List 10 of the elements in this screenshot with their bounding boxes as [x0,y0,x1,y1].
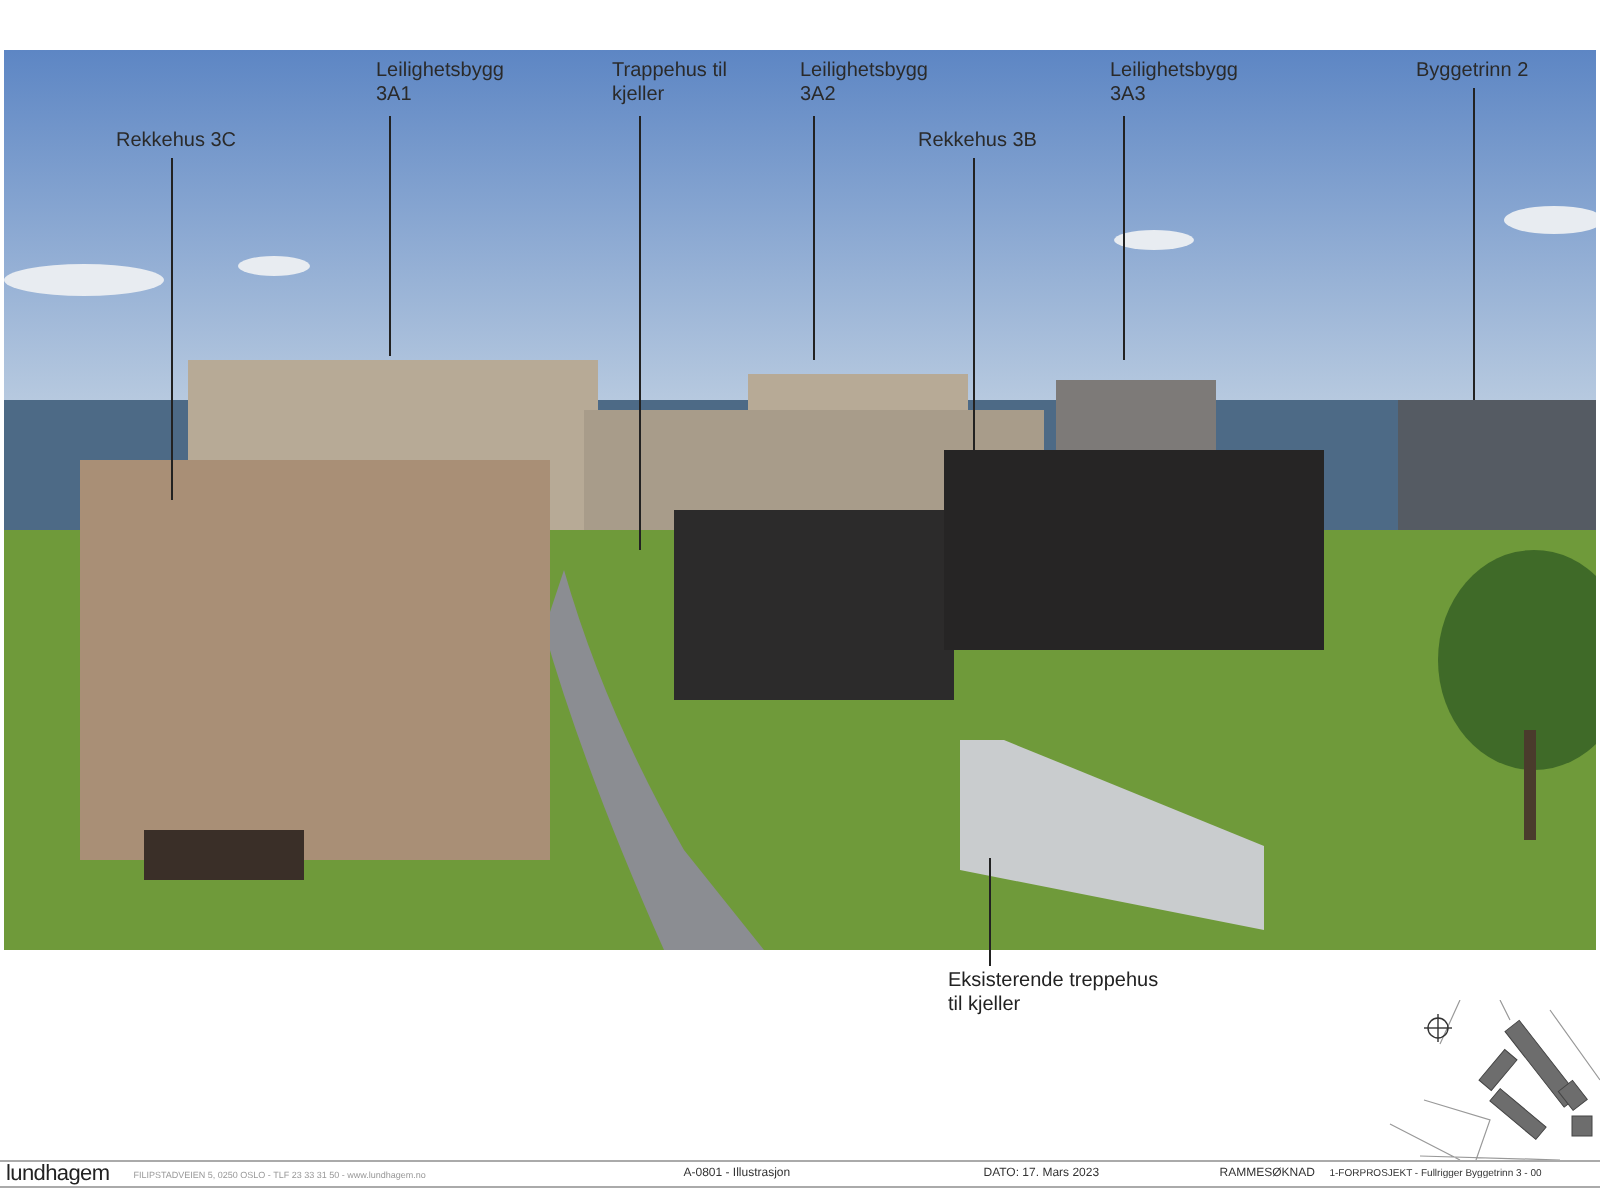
company-logo: lundhagem [6,1162,110,1186]
building-label: Trappehus til kjeller [612,60,729,108]
building-label: Leilighetsbygg 3A1 [376,60,506,108]
building-label: Leilighetsbygg 3A3 [1110,60,1240,108]
callout-label: Eksisterende treppehus til kjeller [948,970,1161,1018]
building-label: Rekkehus 3C [116,130,239,154]
building-label: Rekkehus 3B [918,130,1039,154]
leader-line [989,858,991,966]
building-label: Leilighetsbygg 3A2 [800,60,930,108]
building-label: Byggetrinn 2 [1416,60,1531,84]
